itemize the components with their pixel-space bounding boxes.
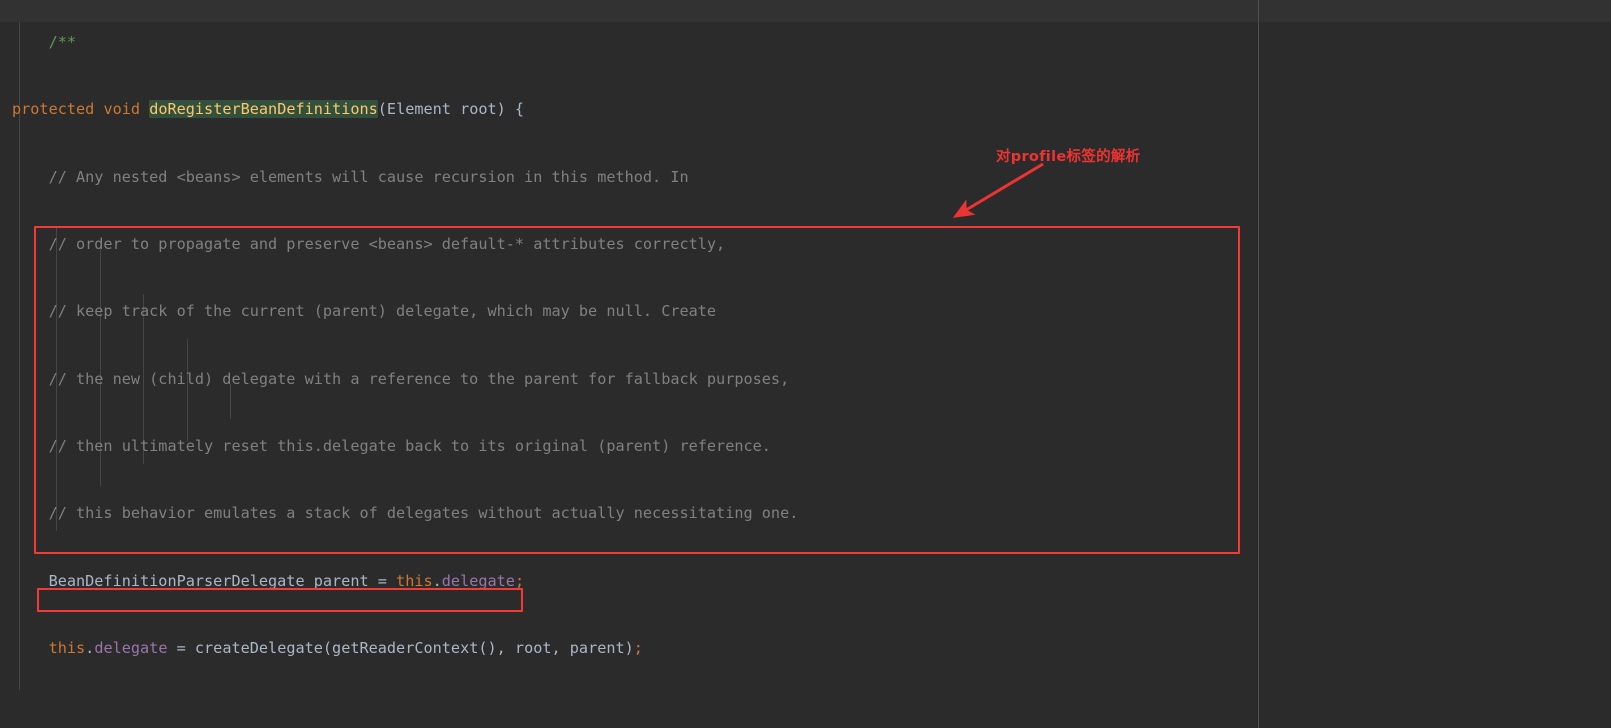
- method-name-doregisterbeandefinitions: doRegisterBeanDefinitions: [149, 100, 378, 119]
- right-empty-pane: [1259, 0, 1611, 728]
- code-line-comment: // this behavior emulates a stack of del…: [12, 504, 799, 523]
- caret-line-highlight-right: [1259, 0, 1611, 22]
- code-line-comment: // the new (child) delegate with a refer…: [12, 369, 790, 388]
- code-line-comment: // then ultimately reset this.delegate b…: [12, 436, 771, 455]
- code-line-comment: // order to propagate and preserve <bean…: [12, 234, 726, 253]
- code-line-method-signature: protected void doRegisterBeanDefinitions…: [12, 100, 525, 119]
- code-line-comment: // Any nested <beans> elements will caus…: [12, 167, 689, 186]
- code-line-comment: // keep track of the current (parent) de…: [12, 302, 717, 321]
- code-line: /**: [12, 32, 77, 51]
- code-editor-pane[interactable]: /** protected void doRegisterBeanDefinit…: [0, 0, 1258, 728]
- code-text[interactable]: /** protected void doRegisterBeanDefinit…: [0, 0, 1258, 728]
- editor-window: /** protected void doRegisterBeanDefinit…: [0, 0, 1611, 728]
- code-line: BeanDefinitionParserDelegate parent = th…: [12, 571, 525, 590]
- code-line: this.delegate = createDelegate(getReader…: [12, 639, 643, 657]
- red-arrow-icon: [952, 162, 1044, 218]
